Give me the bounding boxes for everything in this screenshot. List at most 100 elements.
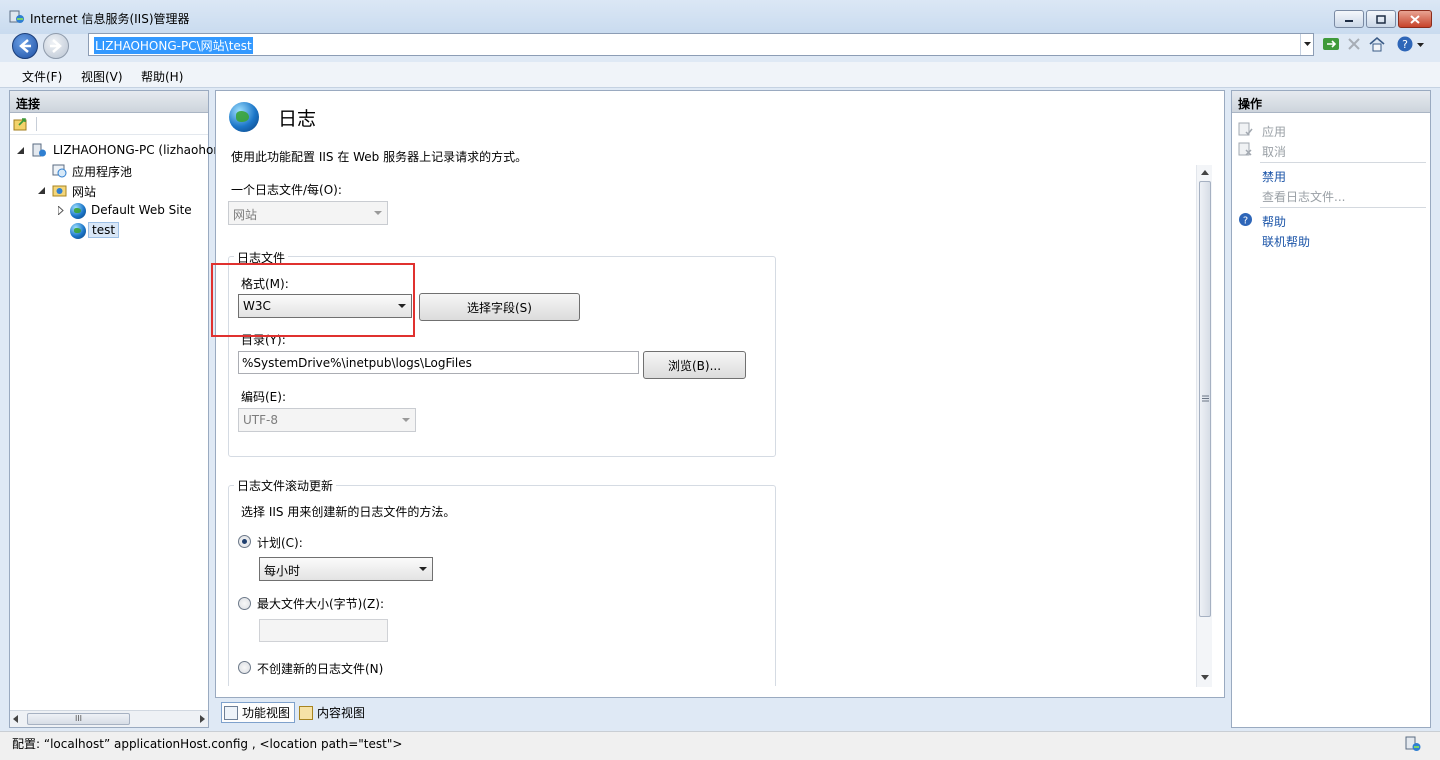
action-cancel[interactable]: 取消 (1262, 143, 1286, 160)
schedule-select[interactable]: 每小时 (259, 557, 433, 581)
restore-icon (1376, 14, 1386, 24)
menu-view[interactable]: 视图(V) (81, 68, 123, 85)
actions-pane: 操作 应用 取消 禁用 查看日志文件... ? 帮助 联机帮助 (1231, 90, 1431, 728)
scroll-left-icon[interactable] (13, 715, 19, 723)
address-bar[interactable]: LIZHAOHONG-PC\网站\test (88, 33, 1314, 56)
scroll-down-icon[interactable] (1201, 675, 1209, 680)
page-description: 使用此功能配置 IIS 在 Web 服务器上记录请求的方式。 (231, 150, 528, 164)
page-title: 日志 (278, 108, 317, 130)
help-dropdown-icon[interactable] (1416, 35, 1426, 53)
back-button[interactable] (12, 33, 38, 59)
rollover-group-title: 日志文件滚动更新 (234, 477, 337, 494)
tree-node-default-web-site[interactable]: Default Web Site (91, 203, 192, 217)
actions-separator (1260, 162, 1426, 163)
minimize-icon (1345, 20, 1353, 22)
no-new-log-radio[interactable] (238, 661, 251, 674)
scroll-right-icon[interactable] (200, 715, 206, 723)
address-dropdown[interactable] (1300, 34, 1313, 55)
close-icon (1410, 14, 1420, 24)
logging-globe-icon (229, 102, 259, 132)
content-view-icon (299, 705, 313, 720)
one-log-per-label: 一个日志文件/每(O): (231, 183, 342, 197)
tree-node-test[interactable]: test (88, 222, 120, 238)
tree-node-server[interactable]: LIZHAOHONG-PC (lizhaohong (53, 143, 229, 157)
iis-app-icon (9, 10, 24, 23)
tab-content-label: 内容视图 (317, 706, 366, 720)
cancel-icon (1238, 142, 1252, 156)
feature-vscrollbar[interactable] (1196, 165, 1212, 687)
encoding-label: 编码(E): (241, 390, 286, 404)
status-text: 配置: “localhost” applicationHost.config ,… (12, 737, 403, 751)
directory-input[interactable]: %SystemDrive%\inetpub\logs\LogFiles (238, 351, 639, 374)
minimize-button[interactable] (1334, 10, 1364, 28)
website-globe-icon (70, 203, 86, 219)
help-icon[interactable]: ? (1396, 35, 1414, 53)
schedule-radio[interactable] (238, 535, 251, 548)
action-apply[interactable]: 应用 (1262, 123, 1286, 140)
apply-icon (1238, 122, 1253, 136)
rollover-description: 选择 IIS 用来创建新的日志文件的方法。 (241, 505, 456, 519)
connections-hscrollbar[interactable]: III (10, 710, 208, 727)
connections-header: 连接 (10, 91, 208, 113)
connections-toolbar (10, 113, 208, 135)
maximize-button[interactable] (1366, 10, 1396, 28)
tree-node-app-pools[interactable]: 应用程序池 (72, 163, 132, 180)
expand-icon[interactable] (58, 206, 64, 215)
server-icon (32, 143, 46, 157)
chevron-down-icon (1303, 42, 1311, 46)
forward-button[interactable] (43, 33, 69, 59)
action-view-log-files[interactable]: 查看日志文件... (1262, 188, 1345, 205)
action-disable[interactable]: 禁用 (1262, 168, 1286, 185)
chevron-down-icon (419, 567, 427, 571)
tab-features-view[interactable]: 功能视图 (221, 702, 296, 723)
actions-separator (1260, 207, 1426, 208)
format-highlight-box (211, 263, 415, 337)
max-size-radio[interactable] (238, 597, 251, 610)
refresh-icon[interactable] (1322, 35, 1340, 53)
one-log-per-select[interactable]: 网站 (228, 201, 388, 225)
schedule-label: 计划(C): (257, 536, 303, 550)
action-help[interactable]: 帮助 (1262, 213, 1286, 230)
status-bar: 配置: “localhost” applicationHost.config ,… (0, 731, 1440, 760)
folder-sites-icon (52, 185, 67, 197)
svg-text:?: ? (1243, 216, 1248, 227)
connect-icon[interactable] (13, 116, 29, 132)
features-view-icon (224, 705, 238, 720)
one-log-per-value: 网站 (233, 208, 258, 222)
no-new-log-label: 不创建新的日志文件(N) (257, 662, 384, 676)
collapse-icon[interactable] (38, 187, 46, 195)
schedule-value: 每小时 (264, 564, 301, 578)
toolbar-divider (36, 117, 37, 131)
collapse-icon[interactable] (17, 147, 25, 155)
actions-header: 操作 (1232, 91, 1430, 113)
chevron-down-icon (374, 211, 382, 215)
hscroll-thumb[interactable]: III (27, 713, 130, 725)
menu-help[interactable]: 帮助(H) (141, 68, 183, 85)
view-tabs: 功能视图 内容视图 (215, 700, 1225, 726)
encoding-select[interactable]: UTF-8 (238, 408, 416, 432)
arrow-left-icon (19, 39, 31, 53)
tab-content-view[interactable]: 内容视图 (297, 702, 369, 723)
address-path: LIZHAOHONG-PC\网站\test (94, 37, 253, 54)
menu-file[interactable]: 文件(F) (22, 68, 62, 85)
vscroll-thumb[interactable] (1199, 181, 1211, 617)
tree-node-sites[interactable]: 网站 (72, 183, 96, 200)
title-bar: Internet 信息服务(IIS)管理器 (0, 0, 1440, 34)
chevron-down-icon (402, 418, 410, 422)
browse-button[interactable]: 浏览(B)... (643, 351, 746, 379)
home-icon[interactable] (1368, 35, 1386, 53)
encoding-value: UTF-8 (243, 413, 278, 427)
website-globe-icon (70, 223, 86, 239)
connections-pane: 连接 LIZHAOHONG-PC (lizhaohong 应用程序池 网站 De… (9, 90, 229, 728)
help-icon: ? (1239, 213, 1252, 227)
scroll-up-icon[interactable] (1201, 170, 1209, 175)
close-button[interactable] (1398, 10, 1432, 28)
select-fields-button[interactable]: 选择字段(S) (419, 293, 580, 321)
feature-pane-bottom-mask (216, 686, 1212, 697)
max-size-input[interactable] (259, 619, 388, 642)
server-status-icon (1405, 736, 1421, 751)
arrow-right-icon (50, 39, 62, 53)
stop-icon[interactable] (1345, 35, 1363, 53)
menu-bar: 文件(F) 视图(V) 帮助(H) (0, 62, 1440, 88)
action-online-help[interactable]: 联机帮助 (1262, 233, 1310, 250)
